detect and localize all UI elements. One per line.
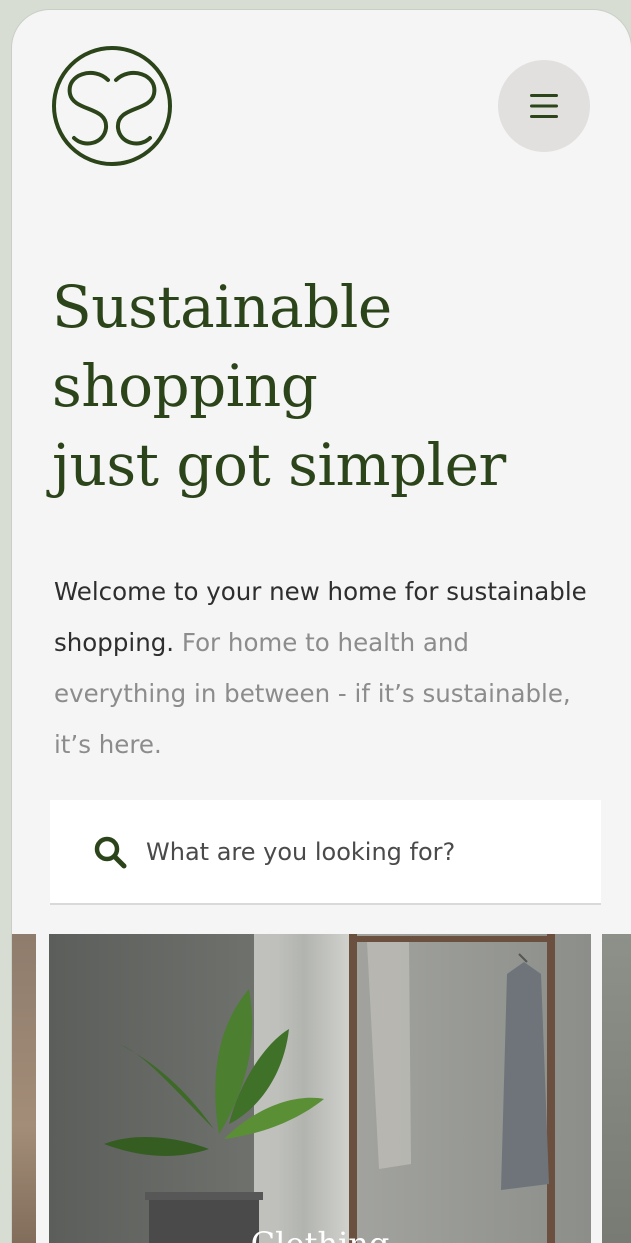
ss-monogram-icon bbox=[52, 46, 172, 166]
headline-line: just got simpler bbox=[52, 431, 506, 499]
category-card-label: Clothing bbox=[49, 1224, 591, 1243]
category-carousel[interactable]: Clothing bbox=[12, 934, 631, 1243]
headline-line: shopping bbox=[52, 352, 318, 420]
headline-line: Sustainable bbox=[52, 273, 392, 341]
search-input-placeholder[interactable]: What are you looking for? bbox=[146, 838, 455, 866]
hero-intro: Welcome to your new home for sustainable… bbox=[54, 566, 594, 770]
hero-headline: Sustainable shopping just got simpler bbox=[52, 268, 612, 505]
hamburger-menu-icon bbox=[530, 94, 558, 118]
app-frame: Sustainable shopping just got simpler We… bbox=[12, 10, 631, 1243]
search-bar[interactable]: What are you looking for? bbox=[50, 800, 601, 905]
carousel-next-card[interactable] bbox=[602, 934, 631, 1243]
carousel-previous-card[interactable] bbox=[12, 934, 36, 1243]
clothing-category-image bbox=[49, 934, 591, 1243]
category-card-clothing[interactable]: Clothing bbox=[49, 934, 591, 1243]
search-icon bbox=[94, 836, 127, 868]
menu-button[interactable] bbox=[498, 60, 590, 152]
ss-logo[interactable] bbox=[50, 44, 174, 168]
